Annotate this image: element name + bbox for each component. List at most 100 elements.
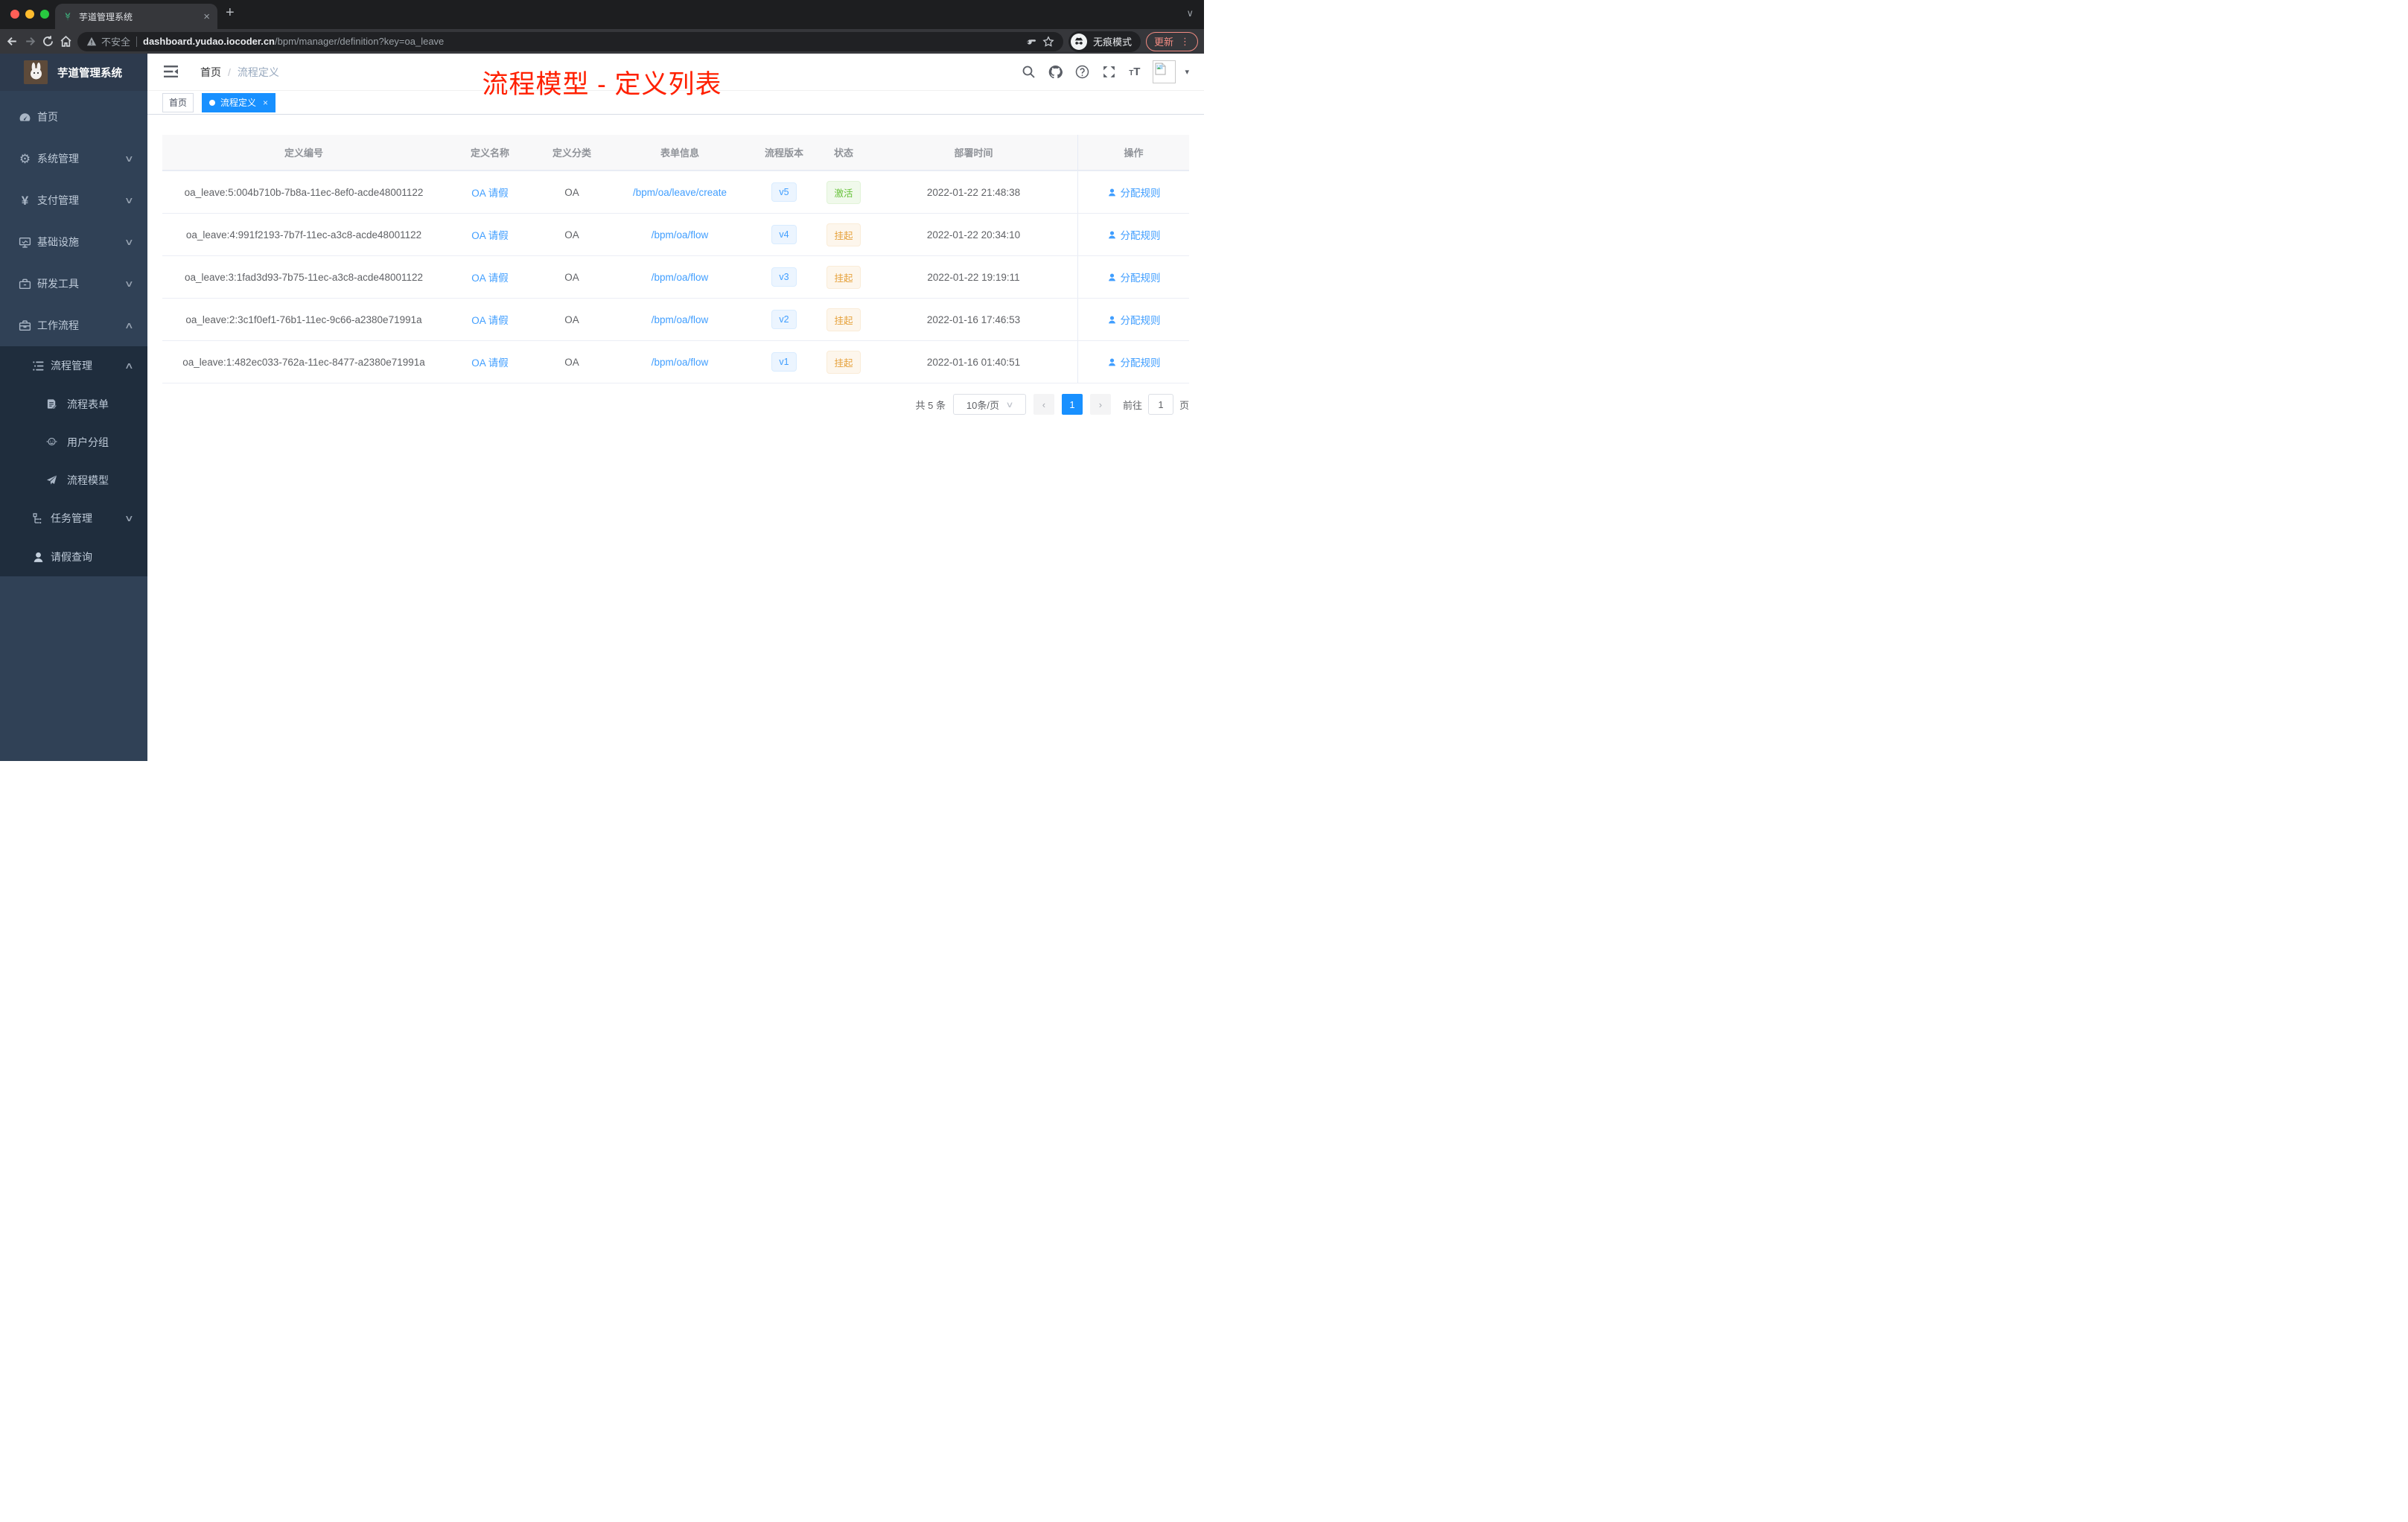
sidebar-item-leave-query[interactable]: 请假查询: [0, 538, 147, 576]
new-tab-button[interactable]: +: [226, 4, 235, 22]
tag-home[interactable]: 首页: [162, 92, 194, 112]
url-bar[interactable]: 不安全 dashboard.yudao.iocoder.cn/bpm/manag…: [77, 31, 1063, 51]
avatar-caret-down-icon[interactable]: ▾: [1185, 67, 1189, 77]
browser-tab[interactable]: 芋道管理系统 ×: [55, 4, 217, 29]
assign-rule-button[interactable]: 分配规则: [1107, 270, 1161, 284]
paper-plane-icon: [46, 474, 57, 485]
sidebar-item-label: 首页: [37, 111, 58, 123]
sidebar-item-system[interactable]: ⚙ 系统管理 ∨: [0, 138, 147, 179]
sidebar-item-label: 研发工具: [37, 278, 79, 290]
version-badge: v3: [771, 267, 797, 287]
tab-strip: 芋道管理系统 × + ∨: [0, 0, 1204, 29]
definition-table: 定义编号 定义名称 定义分类 表单信息 流程版本 状态 部署时间 操作 oa_l…: [162, 135, 1189, 383]
monitor-icon: [19, 236, 31, 249]
github-icon[interactable]: [1048, 65, 1063, 79]
tag-process-definition[interactable]: 流程定义 ×: [202, 92, 276, 112]
assign-rule-button[interactable]: 分配规则: [1107, 312, 1161, 327]
form-info-link[interactable]: /bpm/oa/leave/create: [633, 187, 727, 198]
form-info-link[interactable]: /bpm/oa/flow: [652, 229, 709, 241]
table-row: oa_leave:4:991f2193-7b7f-11ec-a3c8-acde4…: [162, 213, 1189, 255]
password-key-icon[interactable]: [1025, 36, 1036, 48]
bookmark-star-icon[interactable]: [1042, 35, 1054, 48]
sidebar-item-devtools[interactable]: 研发工具 ∨: [0, 263, 147, 305]
text-size-icon[interactable]: TT: [1129, 66, 1140, 77]
page: 芋道管理系统 × + ∨ 不安全 dashboard.yudao.iocoder…: [0, 0, 1204, 761]
cell-deploy-time: 2022-01-22 19:19:11: [927, 271, 1020, 283]
close-window-button[interactable]: [10, 10, 19, 19]
incognito-spy-icon: [1070, 33, 1087, 50]
pagination: 共 5 条 10条/页 ∨ ‹ 1 › 前往 页: [162, 394, 1189, 415]
definition-name-link[interactable]: OA 请假: [471, 188, 509, 199]
form-info-link[interactable]: /bpm/oa/flow: [652, 357, 709, 368]
form-info-link[interactable]: /bpm/oa/flow: [652, 272, 709, 283]
page-size-select[interactable]: 10条/页 ∨: [952, 394, 1026, 415]
zoom-window-button[interactable]: [40, 10, 49, 19]
back-icon[interactable]: [6, 35, 19, 48]
url-divider: [136, 36, 138, 47]
user-icon: [1108, 273, 1115, 281]
yen-icon: ¥: [21, 193, 29, 208]
reload-icon[interactable]: [42, 35, 54, 48]
overlay-annotation-title: 流程模型 - 定义列表: [482, 70, 722, 99]
sidebar-item-workflow[interactable]: 工作流程 ∧: [0, 305, 147, 346]
browser-menu-kebab-icon[interactable]: ⋮: [1180, 36, 1190, 48]
definition-name-link[interactable]: OA 请假: [471, 273, 509, 284]
help-icon[interactable]: [1075, 65, 1089, 79]
status-badge: 挂起: [826, 308, 861, 331]
browser-update-button[interactable]: 更新 ⋮: [1145, 31, 1198, 51]
sidebar-item-home[interactable]: 首页: [0, 96, 147, 138]
sidebar-item-process-mgmt[interactable]: 流程管理 ∧: [0, 346, 147, 385]
fullscreen-icon[interactable]: [1102, 65, 1116, 79]
table-row: oa_leave:1:482ec033-762a-11ec-8477-a2380…: [162, 340, 1189, 383]
sidebar-logo[interactable]: 芋道管理系统: [0, 54, 147, 91]
sidebar-item-payment[interactable]: ¥ 支付管理 ∨: [0, 179, 147, 221]
col-header-deployed: 部署时间: [954, 147, 993, 159]
version-badge: v5: [771, 182, 797, 202]
table-header-row: 定义编号 定义名称 定义分类 表单信息 流程版本 状态 部署时间 操作: [162, 135, 1189, 171]
chevron-up-icon: ∧: [124, 360, 135, 371]
user-icon: [32, 551, 45, 564]
search-icon[interactable]: [1022, 65, 1036, 79]
assign-rule-button[interactable]: 分配规则: [1107, 354, 1161, 369]
url-text[interactable]: dashboard.yudao.iocoder.cn/bpm/manager/d…: [143, 36, 444, 47]
favicon-seedling-icon: [63, 11, 73, 22]
tree-icon: [32, 512, 45, 525]
goto-page-input[interactable]: [1147, 394, 1173, 415]
security-status[interactable]: 不安全: [86, 34, 130, 48]
form-icon: [46, 398, 57, 410]
form-info-link[interactable]: /bpm/oa/flow: [652, 314, 709, 325]
tab-close-icon[interactable]: ×: [203, 11, 210, 22]
sidebar-item-process-form[interactable]: 流程表单: [0, 385, 147, 423]
assign-rule-button[interactable]: 分配规则: [1107, 185, 1161, 200]
browser-toolbar: 不安全 dashboard.yudao.iocoder.cn/bpm/manag…: [0, 29, 1204, 54]
avatar[interactable]: [1153, 60, 1176, 83]
cell-definition-id: oa_leave:4:991f2193-7b7f-11ec-a3c8-acde4…: [185, 229, 422, 241]
sidebar-item-process-model[interactable]: 流程模型: [0, 461, 147, 499]
sidebar-toggle-icon[interactable]: [164, 66, 178, 78]
definition-name-link[interactable]: OA 请假: [471, 315, 509, 326]
definition-name-link[interactable]: OA 请假: [471, 357, 509, 369]
definition-name-link[interactable]: OA 请假: [471, 230, 509, 241]
breadcrumb: 首页 / 流程定义: [200, 65, 279, 80]
assign-rule-button[interactable]: 分配规则: [1107, 227, 1161, 242]
next-page-button[interactable]: ›: [1089, 394, 1111, 415]
breadcrumb-home[interactable]: 首页: [200, 65, 221, 80]
update-label: 更新: [1153, 36, 1173, 48]
tab-search-icon[interactable]: ∨: [1186, 7, 1194, 19]
sidebar-item-label: 系统管理: [37, 153, 79, 165]
incognito-badge[interactable]: 无痕模式: [1068, 31, 1141, 52]
tag-close-icon[interactable]: ×: [263, 98, 268, 108]
current-page-button[interactable]: 1: [1061, 394, 1083, 415]
forward-icon[interactable]: [24, 35, 36, 48]
table-row: oa_leave:3:1fad3d93-7b75-11ec-a3c8-acde4…: [162, 255, 1189, 298]
home-icon[interactable]: [60, 35, 72, 48]
col-header-category: 定义分类: [552, 147, 591, 159]
table-row: oa_leave:5:004b710b-7b8a-11ec-8ef0-acde4…: [162, 171, 1189, 213]
sidebar-item-user-group[interactable]: 用户分组: [0, 423, 147, 461]
minimize-window-button[interactable]: [25, 10, 34, 19]
incognito-label: 无痕模式: [1092, 36, 1132, 48]
sidebar-item-infra[interactable]: 基础设施 ∨: [0, 221, 147, 263]
prev-page-button[interactable]: ‹: [1033, 394, 1054, 415]
sidebar-item-label: 流程模型: [67, 474, 109, 486]
sidebar-item-task-mgmt[interactable]: 任务管理 ∨: [0, 499, 147, 538]
